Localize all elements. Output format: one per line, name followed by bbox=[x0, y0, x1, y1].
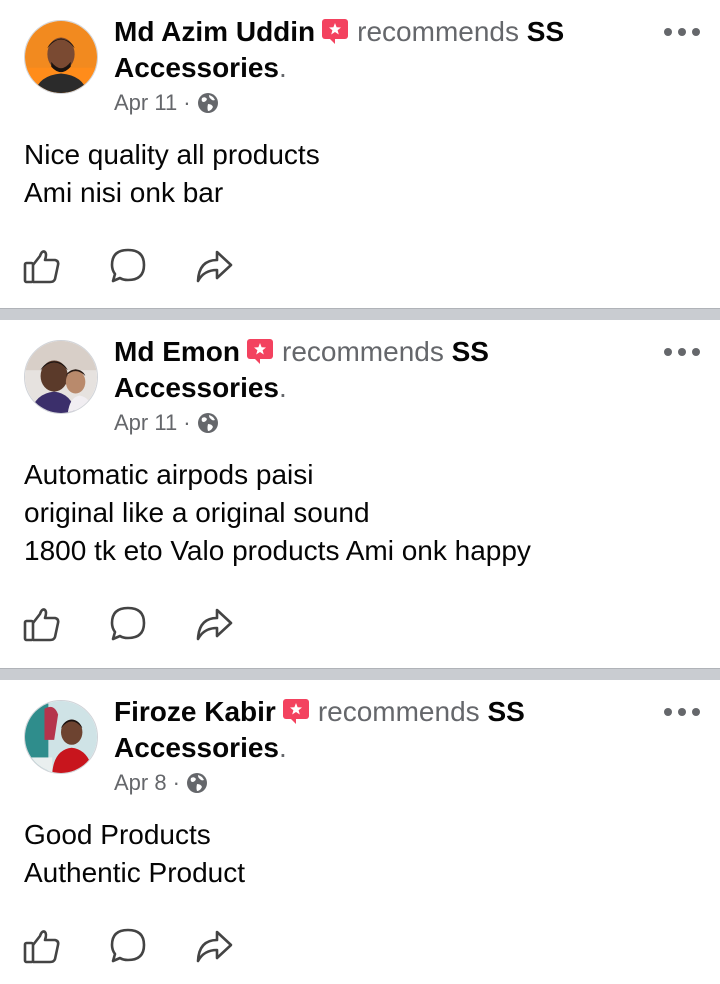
recommend-star-badge-icon bbox=[321, 18, 349, 44]
author-name[interactable]: Md Azim Uddin bbox=[114, 16, 315, 47]
recommends-label: recommends bbox=[317, 696, 480, 727]
recommends-label: recommends bbox=[357, 16, 519, 47]
globe-icon bbox=[186, 772, 208, 794]
recommend-star-badge-icon bbox=[246, 338, 274, 364]
avatar[interactable] bbox=[24, 340, 98, 414]
post-text-line: Good Products bbox=[24, 819, 211, 850]
separator: · bbox=[183, 90, 191, 115]
review-post: Md Emon recommends SS Accessories. Apr 11… bbox=[0, 320, 720, 668]
review-post: Firoze Kabir recommends SS Accessories. A… bbox=[0, 680, 720, 984]
recommend-star-badge-icon bbox=[282, 698, 310, 724]
page-name[interactable]: SS bbox=[487, 696, 524, 727]
post-divider bbox=[0, 308, 720, 320]
avatar[interactable] bbox=[24, 20, 98, 94]
post-date[interactable]: Apr 11 bbox=[114, 410, 177, 436]
share-icon[interactable] bbox=[194, 604, 234, 644]
separator: · bbox=[172, 770, 180, 795]
more-options-icon[interactable] bbox=[664, 342, 700, 362]
page-name-continued[interactable]: Accessories bbox=[114, 372, 279, 403]
globe-icon bbox=[197, 412, 219, 434]
post-text-line: Ami nisi onk bar bbox=[24, 177, 224, 208]
page-name-continued[interactable]: Accessories bbox=[114, 732, 279, 763]
period: . bbox=[279, 372, 287, 403]
more-options-icon[interactable] bbox=[664, 22, 700, 42]
period: . bbox=[279, 732, 287, 763]
share-icon[interactable] bbox=[194, 246, 234, 286]
share-icon[interactable] bbox=[194, 926, 234, 966]
post-meta: Apr 11 · bbox=[114, 408, 660, 438]
author-name[interactable]: Firoze Kabir bbox=[114, 696, 276, 727]
comment-icon[interactable] bbox=[108, 246, 148, 286]
post-header: Md Azim Uddin recommends SS Accessories. … bbox=[114, 14, 660, 118]
avatar[interactable] bbox=[24, 700, 98, 774]
globe-icon bbox=[197, 92, 219, 114]
comment-icon[interactable] bbox=[108, 926, 148, 966]
separator: · bbox=[183, 410, 191, 435]
post-body: Nice quality all products Ami nisi onk b… bbox=[24, 136, 320, 212]
page-name[interactable]: SS bbox=[527, 16, 564, 47]
post-body: Good Products Authentic Product bbox=[24, 816, 245, 892]
post-date[interactable]: Apr 11 bbox=[114, 90, 177, 116]
page-name-continued[interactable]: Accessories bbox=[114, 52, 279, 83]
like-icon[interactable] bbox=[22, 246, 62, 286]
post-text-line: original like a original sound bbox=[24, 497, 370, 528]
post-body: Automatic airpods paisi original like a … bbox=[24, 456, 531, 570]
post-divider bbox=[0, 668, 720, 680]
post-header: Md Emon recommends SS Accessories. Apr 11… bbox=[114, 334, 660, 438]
author-name[interactable]: Md Emon bbox=[114, 336, 240, 367]
post-text-line: 1800 tk eto Valo products Ami onk happy bbox=[24, 535, 531, 566]
post-actions bbox=[22, 604, 234, 644]
review-post: Md Azim Uddin recommends SS Accessories. … bbox=[0, 0, 720, 308]
like-icon[interactable] bbox=[22, 926, 62, 966]
more-options-icon[interactable] bbox=[664, 702, 700, 722]
recommends-label: recommends bbox=[282, 336, 444, 367]
post-actions bbox=[22, 926, 234, 966]
period: . bbox=[279, 52, 287, 83]
post-text-line: Authentic Product bbox=[24, 857, 246, 888]
like-icon[interactable] bbox=[22, 604, 62, 644]
post-meta: Apr 11 · bbox=[114, 88, 660, 118]
post-header: Firoze Kabir recommends SS Accessories. A… bbox=[114, 694, 660, 798]
page-name[interactable]: SS bbox=[452, 336, 489, 367]
post-meta: Apr 8 · bbox=[114, 768, 660, 798]
post-text-line: Automatic airpods paisi bbox=[24, 459, 314, 490]
post-date[interactable]: Apr 8 bbox=[114, 770, 167, 796]
comment-icon[interactable] bbox=[108, 604, 148, 644]
post-text-line: Nice quality all products bbox=[24, 139, 320, 170]
post-actions bbox=[22, 246, 234, 286]
